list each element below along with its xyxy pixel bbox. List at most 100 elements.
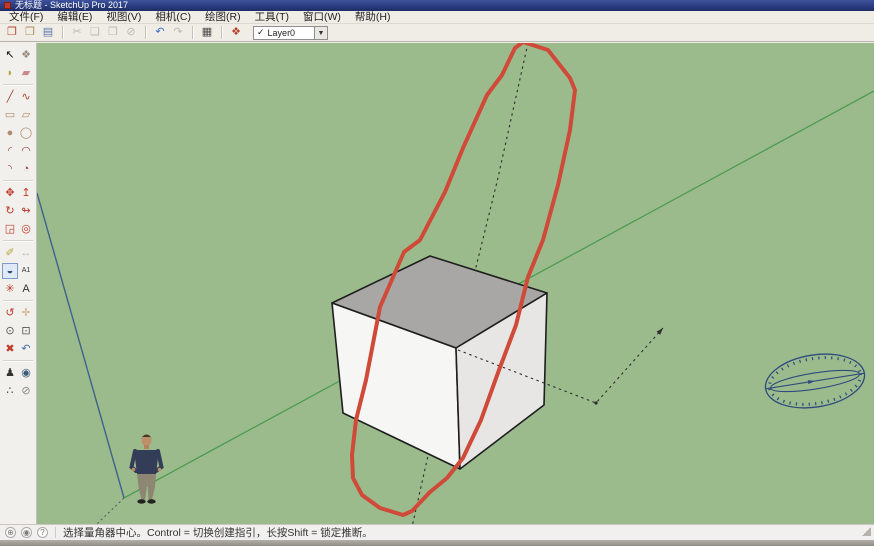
- zoom-window-tool-button[interactable]: ⊡: [18, 323, 34, 339]
- look-around-tool-button[interactable]: ◉: [18, 365, 34, 381]
- freehand-tool-button[interactable]: ∿: [18, 89, 34, 105]
- layer-check-icon: ✓: [257, 27, 265, 37]
- rotate-tool-button[interactable]: ↻: [2, 203, 18, 219]
- palette-separator: [3, 180, 33, 181]
- menu-window[interactable]: 窗口(W): [296, 11, 348, 24]
- undo-button[interactable]: ↶: [152, 25, 168, 41]
- status-bar: ⊕ ◉? 选择量角器中心。Control = 切换创建指引，长按Shift = 锁…: [0, 524, 874, 540]
- tape-measure-tool-button[interactable]: ✐: [2, 245, 18, 261]
- statusbar-separator: [55, 527, 56, 538]
- toolbar-separator: [192, 26, 193, 39]
- menu-view[interactable]: 视图(V): [99, 11, 148, 24]
- protractor-tool-button[interactable]: ◒: [2, 263, 18, 279]
- print-button[interactable]: ▦: [199, 25, 215, 41]
- line-tool-button[interactable]: ╱: [2, 89, 18, 105]
- main-toolbar: ❐ ❒ ▤ ✂ ❑ ❒ ⊘ ↶ ↷ ▦ ❖ ✓ Layer0 ▼: [0, 24, 874, 42]
- menu-camera[interactable]: 相机(C): [148, 11, 198, 24]
- palette-group: ↺ ✛ ⊙ ⊡ ✖ ↶: [0, 304, 36, 358]
- palette-group: ✐ ↔ ◒ A1 ✳ A: [0, 244, 36, 298]
- rectangle-tool-button[interactable]: ▭: [2, 107, 18, 123]
- model-info-button[interactable]: ❖: [228, 25, 244, 41]
- text-tool-button[interactable]: A1: [18, 263, 34, 279]
- palette-group: ✥ ↥ ↻ ↬ ◲ ◎: [0, 184, 36, 238]
- paint-bucket-tool-button[interactable]: ◗: [2, 65, 18, 81]
- pan-tool-button[interactable]: ✛: [18, 305, 34, 321]
- palette-group: ╱ ∿ ▭ ▱ ● ◯ ◜ ◠ ◝ ◔: [0, 88, 36, 178]
- follow-me-tool-button[interactable]: ↬: [18, 203, 34, 219]
- layer-dropdown-value[interactable]: ✓ Layer0: [253, 25, 315, 40]
- axes-tool-button[interactable]: ✳: [2, 281, 18, 297]
- pie-tool-button[interactable]: ◔: [18, 161, 34, 177]
- viewport-canvas[interactable]: [37, 43, 874, 524]
- layer-dropdown-arrow-icon[interactable]: ▼: [315, 25, 328, 40]
- toolbar-separator: [145, 26, 146, 39]
- menu-tools[interactable]: 工具(T): [248, 11, 296, 24]
- select-tool-button[interactable]: ↖: [2, 47, 18, 63]
- palette-separator: [3, 240, 33, 241]
- zoom-extents-tool-button[interactable]: ✖: [2, 341, 18, 357]
- toolbar-separator: [221, 26, 222, 39]
- previous-view-tool-button[interactable]: ↶: [18, 341, 34, 357]
- delete-button[interactable]: ⊘: [123, 25, 139, 41]
- credits-icon[interactable]: ◉: [21, 527, 32, 538]
- window-bottom-edge: [0, 540, 874, 546]
- dimension-tool-button[interactable]: ↔: [18, 245, 34, 261]
- orbit-tool-button[interactable]: ↺: [2, 305, 18, 321]
- move-tool-button[interactable]: ✥: [2, 185, 18, 201]
- blue-axis-line: [37, 192, 125, 499]
- scale-figure[interactable]: [129, 434, 164, 504]
- layer-dropdown[interactable]: ✓ Layer0 ▼: [253, 25, 328, 40]
- window-title: 无标题 - SketchUp Pro 2017: [15, 0, 129, 10]
- figure-right-shoe: [147, 499, 156, 504]
- polygon-tool-button[interactable]: ◯: [18, 125, 34, 141]
- menu-edit[interactable]: 编辑(E): [50, 11, 99, 24]
- resize-grip[interactable]: [862, 527, 871, 536]
- section-plane-tool-button[interactable]: ⊘: [18, 383, 34, 399]
- offset-tool-button[interactable]: ◎: [18, 221, 34, 237]
- palette-separator: [3, 360, 33, 361]
- save-button[interactable]: ▤: [40, 25, 56, 41]
- title-bar: 无标题 - SketchUp Pro 2017: [0, 0, 874, 11]
- figure-neck: [144, 445, 149, 449]
- make-component-tool-button[interactable]: ❖: [18, 47, 34, 63]
- status-hint-text: 选择量角器中心。Control = 切换创建指引，长按Shift = 锁定推断。: [63, 527, 373, 539]
- eraser-tool-button[interactable]: ▰: [18, 65, 34, 81]
- model-viewport[interactable]: [37, 43, 874, 524]
- palette-separator: [3, 84, 33, 85]
- 3d-text-tool-button[interactable]: A: [18, 281, 34, 297]
- figure-right-hand: [157, 467, 162, 472]
- rotated-rectangle-tool-button[interactable]: ▱: [18, 107, 34, 123]
- menu-draw[interactable]: 绘图(R): [198, 11, 248, 24]
- three-point-arc-tool-button[interactable]: ◝: [2, 161, 18, 177]
- palette-group: ♟ ◉ ∴ ⊘: [0, 364, 36, 400]
- sketchup-window: 无标题 - SketchUp Pro 2017 文件(F) 编辑(E) 视图(V) 相…: [0, 0, 874, 546]
- guide-vertex-dot: [594, 401, 598, 405]
- protractor-cursor: [764, 353, 866, 409]
- two-point-arc-tool-button[interactable]: ◜: [2, 143, 18, 159]
- help-icon[interactable]: ?: [37, 527, 48, 538]
- scale-tool-button[interactable]: ◲: [2, 221, 18, 237]
- geolocation-icon[interactable]: ⊕: [5, 527, 16, 538]
- palette-separator: [3, 300, 33, 301]
- circle-tool-button[interactable]: ●: [2, 125, 18, 141]
- walk-tool-button[interactable]: ∴: [2, 383, 18, 399]
- open-button[interactable]: ❒: [22, 25, 38, 41]
- redo-button[interactable]: ↷: [170, 25, 186, 41]
- push-pull-tool-button[interactable]: ↥: [18, 185, 34, 201]
- arc-tool-button[interactable]: ◠: [18, 143, 34, 159]
- new-button[interactable]: ❐: [4, 25, 20, 41]
- menu-bar: 文件(F) 编辑(E) 视图(V) 相机(C) 绘图(R) 工具(T) 窗口(W) 帮助(H): [0, 11, 874, 24]
- copy-button[interactable]: ❑: [87, 25, 103, 41]
- negative-axis-dotted-line: [96, 497, 125, 524]
- cube[interactable]: [331, 255, 548, 470]
- tool-palette: ↖ ❖ ◗ ▰ ╱ ∿ ▭ ▱ ● ◯ ◜ ◠ ◝ ◔ ✥ ↥ ↻ ↬ ◲ ◎ ✐ ↔ ◒ A1 ✳ A ↺ ✛ ⊙ ⊡ ✖ ↶ ♟ ◉ ∴ ⊘: [0, 43, 37, 540]
- paste-button[interactable]: ❒: [105, 25, 121, 41]
- figure-head: [141, 436, 152, 446]
- cut-button[interactable]: ✂: [69, 25, 85, 41]
- menu-file[interactable]: 文件(F): [2, 11, 50, 24]
- position-camera-tool-button[interactable]: ♟: [2, 365, 18, 381]
- zoom-tool-button[interactable]: ⊙: [2, 323, 18, 339]
- figure-left-hand: [131, 467, 136, 472]
- menu-help[interactable]: 帮助(H): [348, 11, 398, 24]
- palette-group: ↖ ❖ ◗ ▰: [0, 46, 36, 82]
